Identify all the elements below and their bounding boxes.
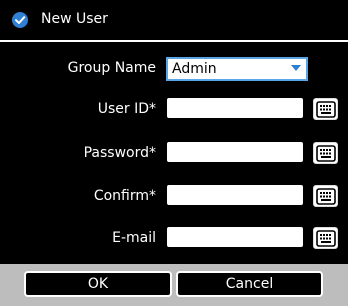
confirm-label: Confirm* (93, 188, 156, 204)
keyboard-icon (316, 101, 336, 118)
email-keyboard-button[interactable] (313, 227, 338, 249)
confirm-input[interactable] (167, 185, 303, 205)
password-input[interactable] (167, 142, 303, 162)
group-name-value: Admin (172, 61, 217, 77)
checkmark-circle-icon (12, 12, 28, 28)
keyboard-icon (316, 145, 336, 162)
form-body: Group Name Admin User ID* Password* Conf… (2, 42, 346, 262)
confirm-keyboard-button[interactable] (313, 185, 338, 207)
title-bar: New User (0, 0, 348, 40)
password-label: Password* (83, 145, 156, 161)
user-id-label: User ID* (97, 101, 156, 117)
chevron-down-icon (291, 65, 301, 71)
new-user-dialog: New User Group Name Admin User ID* Passw… (0, 0, 348, 306)
keyboard-icon (316, 188, 336, 205)
group-name-label: Group Name (67, 60, 156, 76)
ok-button[interactable]: OK (24, 271, 172, 297)
button-bar: OK Cancel (0, 264, 348, 306)
dialog-title: New User (41, 11, 108, 27)
keyboard-icon (316, 230, 336, 247)
user-id-input[interactable] (167, 98, 303, 118)
cancel-button[interactable]: Cancel (176, 271, 323, 297)
group-name-select[interactable]: Admin (166, 57, 308, 81)
password-keyboard-button[interactable] (313, 142, 338, 164)
email-input[interactable] (167, 227, 303, 247)
user-id-keyboard-button[interactable] (313, 98, 338, 120)
email-label: E-mail (112, 230, 156, 246)
